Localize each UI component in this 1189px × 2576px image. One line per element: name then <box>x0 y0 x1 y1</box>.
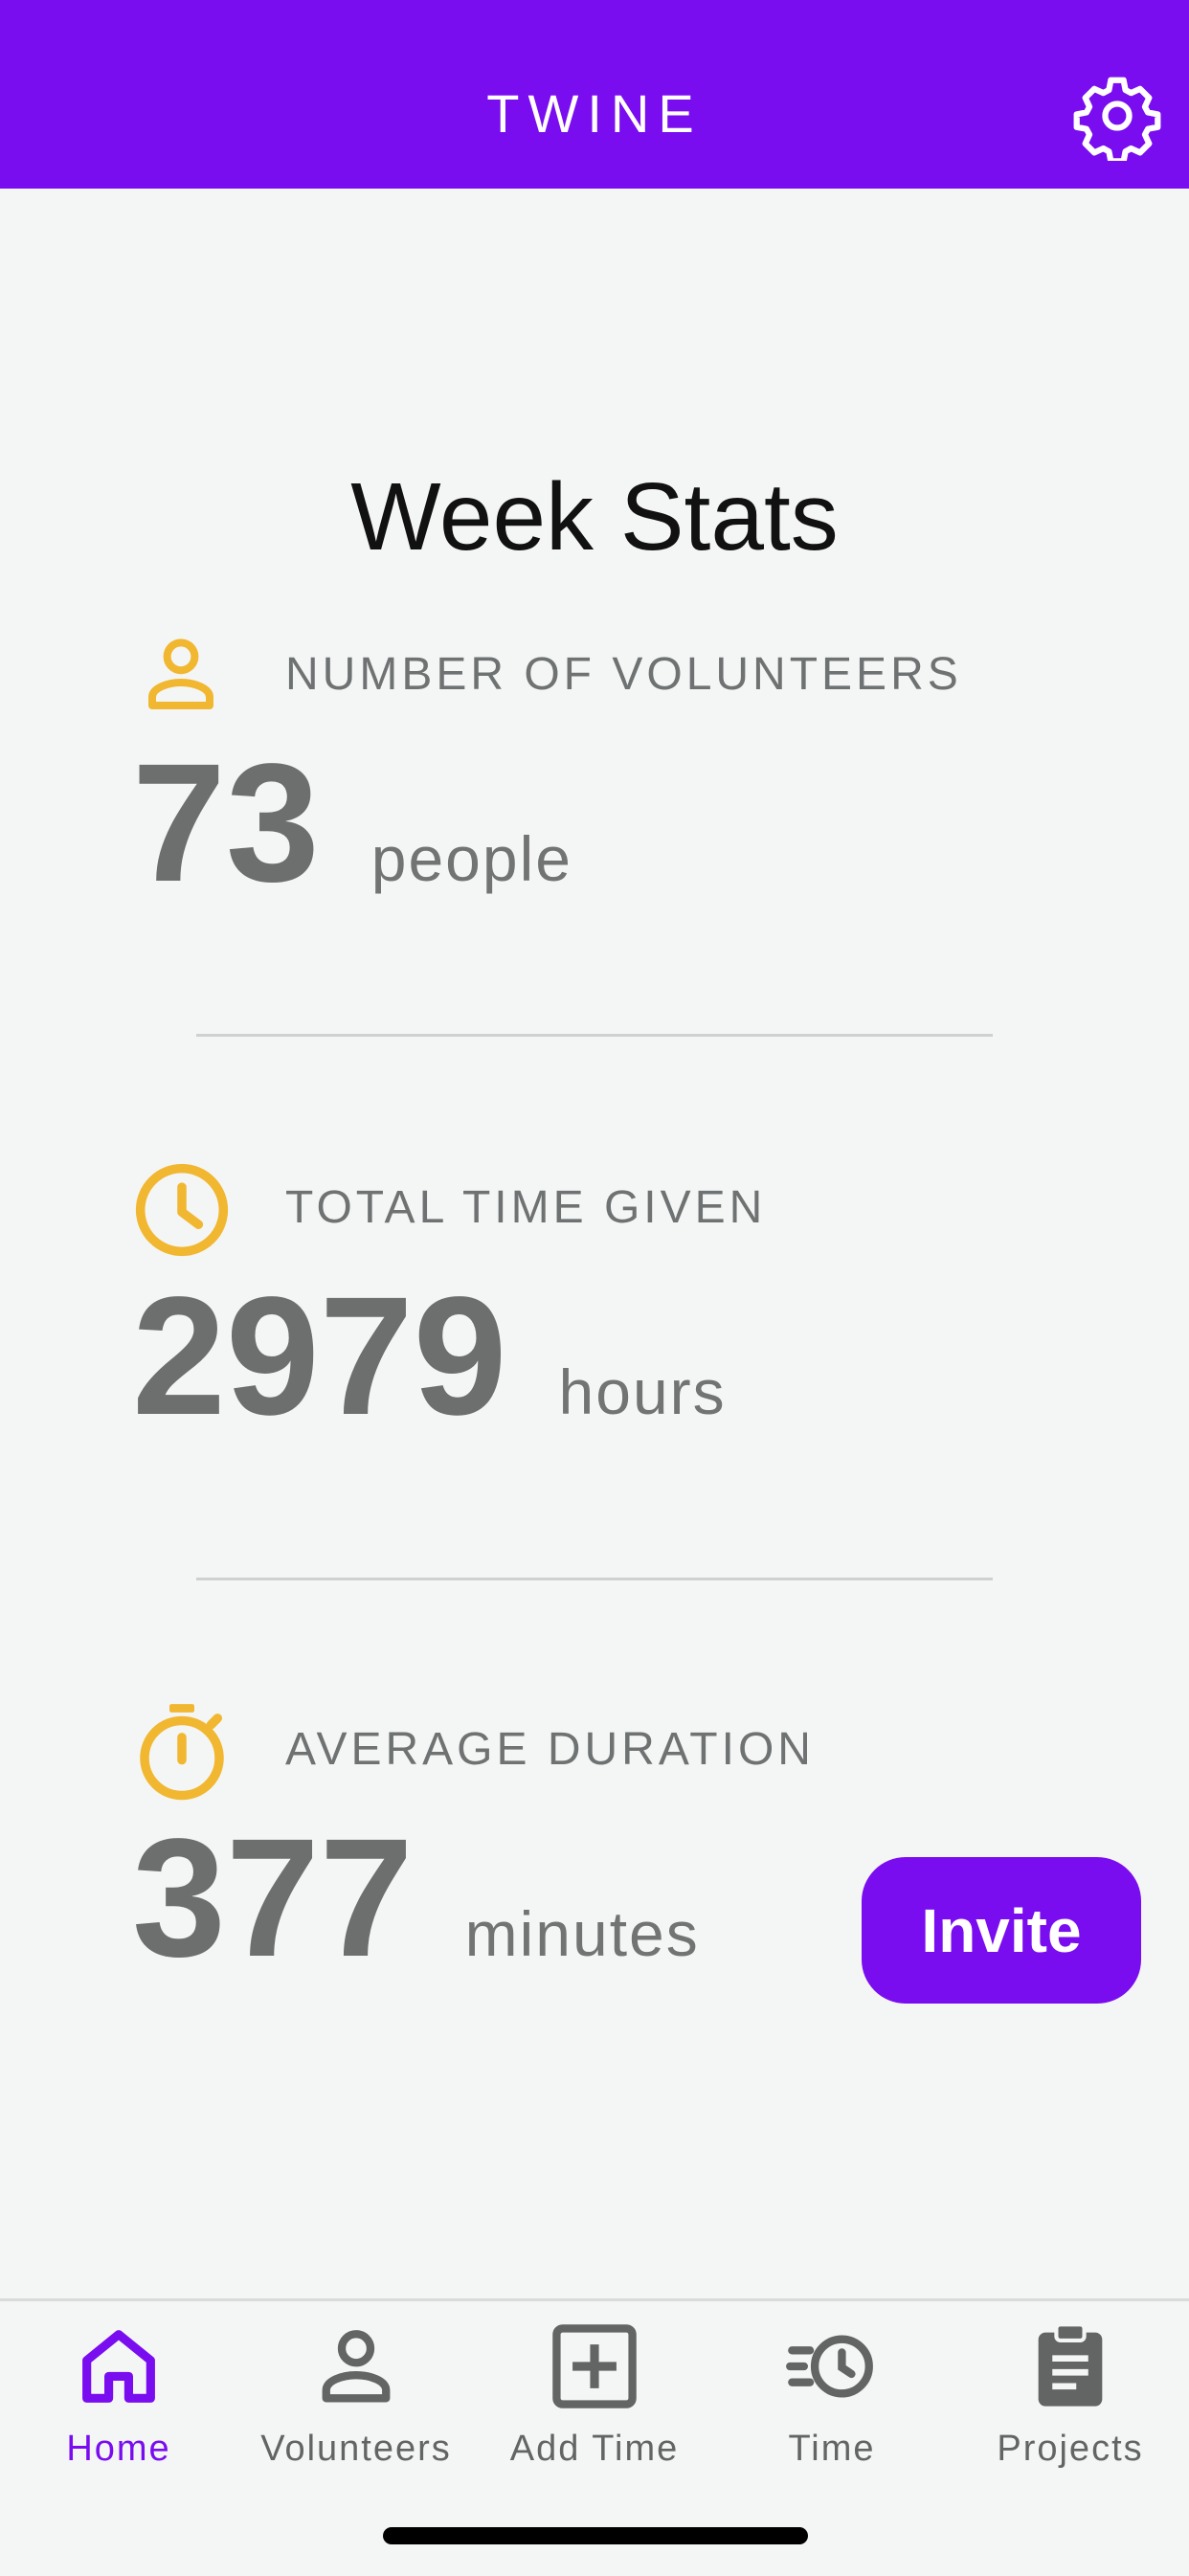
invite-button[interactable]: Invite <box>862 1857 1141 2004</box>
stat-unit: minutes <box>464 1898 700 1969</box>
home-indicator <box>383 2527 808 2544</box>
nav-item-add-time[interactable]: Add Time <box>476 2318 713 2481</box>
stat-label: TOTAL TIME GIVEN <box>285 1182 767 1233</box>
person-icon <box>322 2330 391 2403</box>
nav-item-time[interactable]: Time <box>713 2318 951 2481</box>
nav-item-volunteers[interactable]: Volunteers <box>237 2318 475 2481</box>
home-icon <box>82 2330 155 2403</box>
stat-value-row: 73 people <box>132 737 572 909</box>
page-title: Week Stats <box>350 463 839 571</box>
stat-value-row: 377 minutes <box>132 1812 700 1984</box>
nav-item-projects[interactable]: Projects <box>952 2318 1189 2481</box>
stat-value: 2979 <box>132 1263 507 1450</box>
add-box-icon <box>552 2324 637 2408</box>
clipboard-icon <box>1038 2322 1103 2407</box>
nav-label: Home <box>66 2429 171 2469</box>
stat-volunteers: NUMBER OF VOLUNTEERS 73 people <box>0 627 1189 914</box>
divider <box>196 1034 993 1037</box>
stat-value: 73 <box>132 729 320 917</box>
stat-value: 377 <box>132 1804 414 1992</box>
app-title: TWINE <box>486 83 703 144</box>
settings-button[interactable] <box>1072 71 1162 165</box>
nav-label: Time <box>788 2429 876 2469</box>
stat-label: NUMBER OF VOLUNTEERS <box>285 649 962 700</box>
stat-value-row: 2979 hours <box>132 1270 727 1443</box>
gear-icon <box>1073 77 1161 165</box>
app-header: TWINE <box>0 0 1189 189</box>
stat-total-time: TOTAL TIME GIVEN 2979 hours <box>0 1160 1189 1447</box>
nav-label: Add Time <box>509 2429 680 2469</box>
stopwatch-icon <box>140 1704 224 1801</box>
stat-unit: hours <box>558 1356 727 1427</box>
nav-label: Volunteers <box>260 2429 452 2469</box>
person-icon <box>148 638 213 709</box>
clock-icon <box>135 1163 229 1257</box>
stat-label: AVERAGE DURATION <box>285 1724 815 1775</box>
stat-unit: people <box>370 823 572 894</box>
history-clock-icon <box>786 2335 873 2398</box>
nav-item-home[interactable]: Home <box>0 2318 237 2481</box>
divider <box>196 1578 993 1580</box>
nav-label: Projects <box>997 2429 1144 2469</box>
